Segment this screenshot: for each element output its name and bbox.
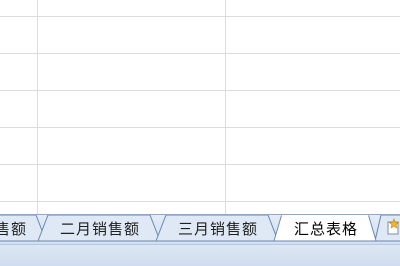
column-divider xyxy=(37,0,38,214)
row-divider xyxy=(0,201,400,202)
column-divider xyxy=(225,0,226,214)
row-divider xyxy=(0,53,400,54)
sheet-tab-march[interactable]: 三月销售额 xyxy=(156,215,280,242)
sheet-tab-label: 售额 xyxy=(0,220,27,238)
row-divider xyxy=(0,127,400,128)
sheet-tab-bar: 售额 二月销售额 三月销售额 汇总表格 xyxy=(0,214,400,266)
row-divider xyxy=(0,90,400,91)
sheet-tab-label: 汇总表格 xyxy=(293,220,358,238)
row-divider xyxy=(0,16,400,17)
sheet-tab-summary[interactable]: 汇总表格 xyxy=(272,215,380,242)
worksheet-grid[interactable] xyxy=(0,0,400,214)
sheet-tab-label: 三月销售额 xyxy=(177,220,258,238)
sheet-tab-label: 二月销售额 xyxy=(59,220,140,238)
row-divider xyxy=(0,164,400,165)
sheet-tab-february[interactable]: 二月销售额 xyxy=(38,215,162,242)
tab-bar-bottom-band xyxy=(0,244,400,266)
